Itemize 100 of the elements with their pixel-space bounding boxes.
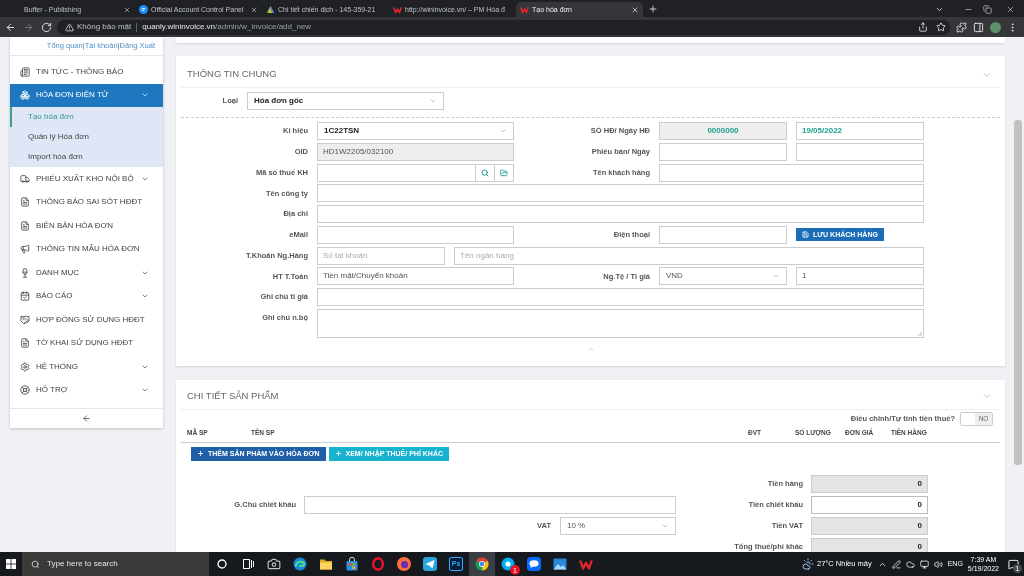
scrollbar-thumb[interactable] [1014,120,1022,465]
close-icon[interactable] [1006,5,1015,14]
save-icon [802,231,809,239]
submenu-item[interactable]: Import hóa đơn [10,147,163,167]
select-field[interactable]: 10 % [560,516,676,535]
chat-bubble-icon [527,557,541,571]
calendar-check-icon [20,291,30,302]
document-icon [20,220,30,231]
monitor-icon[interactable] [919,559,929,569]
pen-icon[interactable] [891,559,901,569]
close-icon[interactable] [250,5,258,14]
sidebar-item[interactable]: TIN TỨC - THÔNG BÁO [10,60,163,84]
amount-field: 0 [811,537,928,552]
select-field[interactable]: Hóa đơn gốc [247,92,444,110]
sidebar-item[interactable]: PHIẾU XUẤT KHO NỘI BỘ [10,167,163,191]
zigzag-logo-icon [579,558,593,570]
sidebar-item[interactable]: HÓA ĐƠN ĐIỆN TỬ [10,83,163,107]
disc-icon [139,5,148,14]
zigzag-logo-icon [393,5,402,14]
textarea-field[interactable] [317,308,924,338]
truck-icon [20,173,30,184]
input-field[interactable]: Tiền mặt/Chuyển khoản [317,267,514,286]
settings-icon [20,361,30,372]
lifebuoy-icon [20,385,30,396]
sidebar-item[interactable]: THÔNG TIN MẪU HÓA ĐƠN [10,237,163,261]
url-text: quanly.wininvoice.vn/admin/w_invoice/add_new [142,21,312,33]
swirl-icon [293,557,307,571]
boxes-icon [20,90,30,101]
plus-icon [197,450,204,458]
input-field[interactable]: 1 [796,267,924,286]
input-field[interactable] [796,142,924,161]
warning-icon [65,22,74,32]
arrow-left-icon[interactable] [82,414,91,423]
sidebar-item[interactable]: HỖ TRỢ [10,378,163,402]
amount-input[interactable]: 0 [811,495,928,514]
section-title: CHI TIẾT SẢN PHẨM [187,389,279,404]
select-field[interactable]: 1C22TSN [317,122,514,140]
input-field[interactable] [659,142,787,161]
ring-icon[interactable] [217,559,227,569]
close-icon[interactable] [123,5,131,14]
document-icon [20,197,30,208]
task-view-icon[interactable] [242,559,254,569]
ring-icon [371,557,385,571]
restore-icon[interactable] [983,5,992,14]
submenu-item[interactable]: Quản lý Hóa đơn [10,127,163,147]
cloud-icon[interactable] [905,559,915,569]
input-field[interactable] [317,184,924,203]
sidebar-item[interactable]: HỆ THỐNG [10,355,163,379]
sidebar-item[interactable]: TỜ KHAI SỬ DỤNG HĐĐT [10,331,163,355]
document-icon [20,338,30,349]
search-icon [31,559,40,569]
search-field[interactable]: Type here to search [22,552,209,576]
star-icon[interactable] [936,22,946,32]
input-field[interactable] [317,205,924,223]
input-field[interactable] [317,163,476,182]
close-icon[interactable] [631,5,639,14]
windows-logo-icon[interactable] [6,559,16,569]
amount-field: 0 [811,474,928,493]
glass-icon [20,267,30,278]
avatar-icon[interactable] [990,21,1001,33]
input-field[interactable] [304,495,676,514]
sidebar-item[interactable]: BÁO CÁO [10,284,163,308]
input-field[interactable] [317,288,924,306]
select-field[interactable]: VND [659,267,787,286]
input-field[interactable] [659,163,924,182]
forward-arrow-icon[interactable] [23,21,34,33]
address-bar[interactable]: Không bảo mật quanly.wininvoice.vn/admin/w_invoice/add_new [57,19,950,35]
new-tab-icon[interactable] [648,4,658,14]
camera-icon [267,557,281,571]
resize-grip-icon [917,330,922,336]
share-icon[interactable] [918,22,928,32]
side-panel-icon[interactable] [973,21,984,33]
triangle-icon [266,5,275,14]
folder-icon [319,557,333,571]
input-field[interactable] [317,225,514,244]
sidebar-item[interactable]: BIÊN BẢN HÓA ĐƠN [10,214,163,238]
handshake-icon [20,314,30,325]
image-icon [553,557,567,571]
readonly-field: HD1W2205/032100 [317,142,514,161]
back-arrow-icon[interactable] [5,21,16,33]
zigzag-logo-icon [520,5,529,14]
newspaper-icon [20,66,30,77]
input-field[interactable] [659,225,787,244]
section-title: THÔNG TIN CHUNG [187,67,277,82]
chevron-down-icon [499,127,507,135]
amount-field: 0 [811,516,928,535]
sidebar-item[interactable]: THÔNG BÁO SAI SÓT HĐĐT [10,190,163,214]
chevron-down-icon[interactable] [935,5,944,14]
security-label: Không bảo mật [77,21,132,33]
reload-icon[interactable] [41,21,52,33]
cloud-sun-icon[interactable] [801,558,814,570]
speaker-icon[interactable] [933,559,943,569]
megaphone-icon [20,244,30,255]
plus-icon [334,450,342,458]
shopping-bag-icon [345,557,359,571]
sidebar-item[interactable]: HỢP ĐỒNG SỬ DỤNG HĐĐT [10,308,163,332]
sidebar-item[interactable]: DANH MỤC [10,261,163,285]
chevron-down-icon [429,97,437,105]
puzzle-icon[interactable] [956,21,967,33]
taskbar-button[interactable] [469,552,495,576]
